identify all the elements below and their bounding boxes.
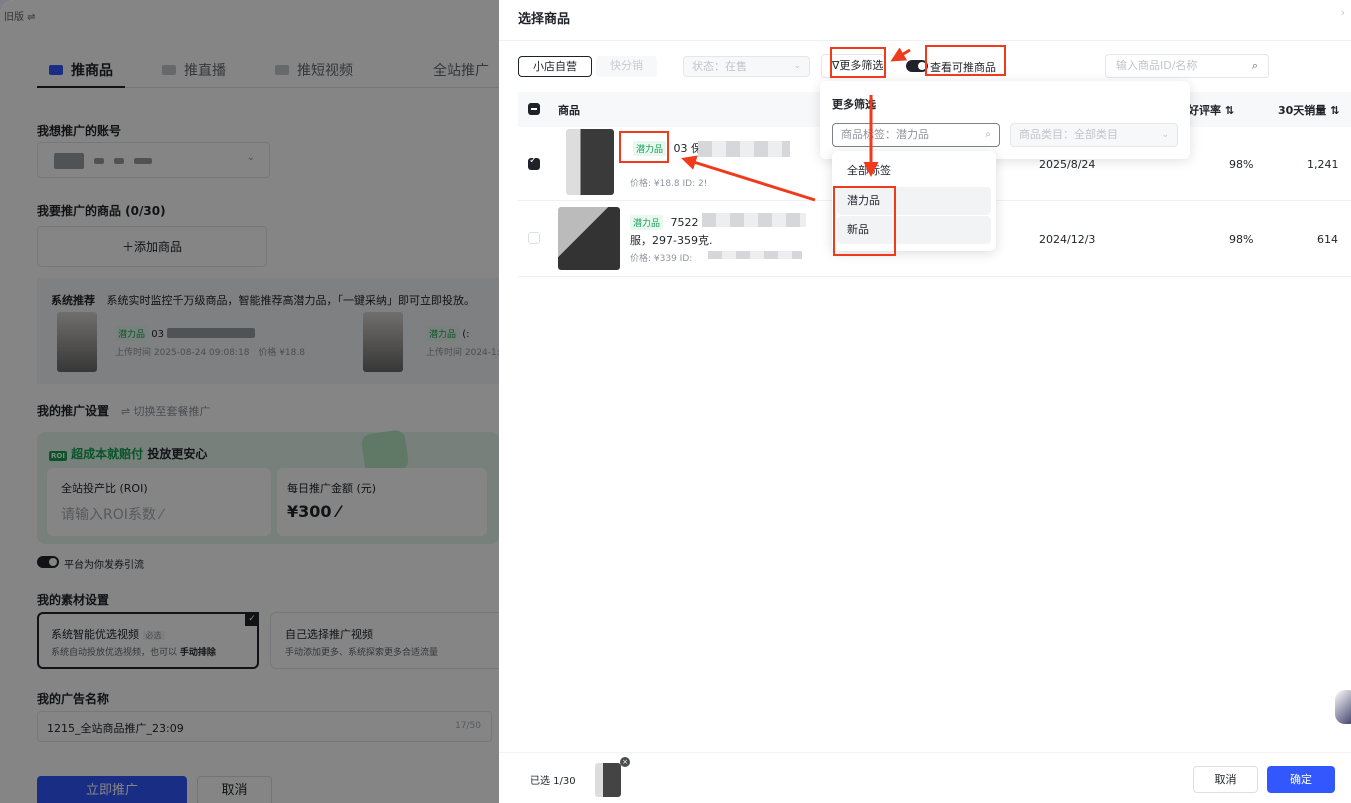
budget-input[interactable]: ¥300 ⁄ bbox=[287, 502, 340, 521]
ad-setup-panel: 旧版 ⇌ 推商品 推直播 推短视频 全站推广 我想推广的账号 ⌄ 我要推广的商品… bbox=[0, 0, 499, 803]
popover-title: 更多筛选 bbox=[832, 98, 876, 111]
material-option-auto[interactable]: ✓ 系统智能优选视频 必选 系统自动投放优选视频，也可以 手动排除 bbox=[37, 612, 259, 669]
dropdown-option-new[interactable]: 新品 bbox=[837, 216, 991, 244]
drawer-confirm-button[interactable]: 确定 bbox=[1267, 766, 1335, 793]
tag-dropdown: 全部标签 潜力品 新品 bbox=[832, 151, 996, 251]
manual-exclude-link[interactable]: 手动排除 bbox=[180, 648, 216, 658]
sales-sort-header[interactable]: 30天销量 ⇅ bbox=[1278, 102, 1339, 118]
rec-item-1[interactable]: 潜力品 03 上传时间 2025-08-24 09:08:18 价格 ¥18.8 bbox=[115, 326, 305, 358]
drawer-cancel-button[interactable]: 取消 bbox=[1193, 766, 1258, 793]
budget-input-card[interactable]: 每日推广金额 (元) ¥300 ⁄ bbox=[277, 468, 487, 536]
account-section-title: 我想推广的账号 bbox=[37, 124, 122, 138]
drawer-title: 选择商品 bbox=[518, 12, 571, 27]
search-icon: ⌕ bbox=[985, 129, 991, 140]
rec-item-2[interactable]: 潜力品 (: 上传时间 2024-1: bbox=[426, 326, 499, 358]
add-product-button[interactable]: ＋添加商品 bbox=[37, 226, 267, 267]
account-avatar bbox=[54, 153, 84, 169]
video-icon bbox=[275, 65, 289, 75]
material-option-manual[interactable]: 自己选择推广视频 手动添加更多、系统探索更多合适流量 bbox=[270, 612, 499, 669]
tab-products[interactable]: 推商品 bbox=[49, 60, 113, 80]
row-checkbox[interactable] bbox=[528, 155, 540, 170]
ad-name-title: 我的广告名称 bbox=[37, 692, 110, 706]
roi-input-card[interactable]: 全站投产比 (ROI) 请输入ROI系数 ⁄ bbox=[47, 468, 271, 536]
product-image[interactable] bbox=[566, 129, 614, 195]
assistant-float-icon[interactable] bbox=[1335, 690, 1351, 724]
seg-distribution[interactable]: 快分销 bbox=[596, 56, 657, 77]
ad-name-input[interactable]: 1215_全站商品推广_23:09 17/50 bbox=[37, 711, 492, 742]
pushable-toggle[interactable] bbox=[906, 60, 928, 72]
dropdown-option-potential[interactable]: 潜力品 bbox=[837, 187, 991, 215]
tab-site-wide[interactable]: 全站推广 bbox=[433, 60, 489, 80]
status-select[interactable]: 状态：在售 ⌄ bbox=[683, 56, 810, 77]
cart-icon bbox=[49, 65, 63, 75]
more-filter-button[interactable]: ∇更多筛选 bbox=[821, 54, 885, 78]
account-select[interactable]: ⌄ bbox=[37, 142, 270, 178]
selected-product-thumb[interactable] bbox=[595, 763, 621, 797]
coupon-toggle[interactable] bbox=[37, 556, 59, 568]
old-version-link[interactable]: 旧版 ⇌ bbox=[4, 8, 36, 23]
switch-package-link[interactable]: ⇌ 切换至套餐推广 bbox=[121, 405, 211, 418]
chevron-down-icon: ⌄ bbox=[793, 61, 801, 71]
roi-badge-icon: ROI bbox=[49, 451, 67, 461]
char-counter: 17/50 bbox=[455, 721, 481, 731]
more-filter-popover: 更多筛选 商品标签：潜力品 ⌕ 商品类目：全部类目 ⌄ bbox=[820, 81, 1190, 159]
product-search-input[interactable]: 输入商品ID/名称 ⌕ bbox=[1105, 54, 1269, 78]
rec-desc: 系统实时监控千万级商品，智能推荐高潜力品，「一键采纳」即可立即投放。 bbox=[106, 294, 476, 307]
category-select[interactable]: 商品类目：全部类目 ⌄ bbox=[1010, 123, 1178, 147]
active-tab-indicator bbox=[37, 86, 125, 88]
rec-label: 系统推荐 bbox=[51, 294, 95, 307]
dropdown-option-all[interactable]: 全部标签 bbox=[837, 157, 991, 185]
products-section-title: 我要推广的商品 (0/30) bbox=[37, 204, 166, 218]
row-checkbox[interactable] bbox=[528, 232, 540, 244]
product-image[interactable] bbox=[558, 207, 620, 270]
check-icon: ✓ bbox=[245, 612, 259, 626]
remove-icon[interactable]: × bbox=[620, 757, 630, 767]
selected-count: 已选 1/30 bbox=[530, 776, 576, 787]
material-section-title: 我的素材设置 bbox=[37, 593, 110, 607]
live-icon bbox=[162, 65, 176, 75]
pushable-toggle-label: 查看可推商品 bbox=[930, 61, 996, 74]
select-all-checkbox[interactable] bbox=[528, 103, 540, 115]
chevron-down-icon: ⌄ bbox=[246, 152, 255, 163]
close-icon[interactable]: › bbox=[1341, 6, 1345, 19]
roi-input[interactable]: 请输入ROI系数 ⁄ bbox=[61, 504, 163, 524]
source-segment: 小店自营 快分销 bbox=[518, 56, 657, 77]
system-recommend-box: 系统推荐 系统实时监控千万级商品，智能推荐高潜力品，「一键采纳」即可立即投放。 … bbox=[37, 278, 499, 384]
promo-type-tabs: 推商品 推直播 推短视频 全站推广 bbox=[37, 52, 499, 88]
coupon-toggle-label: 平台为你发券引流 bbox=[64, 560, 144, 571]
select-product-drawer: 选择商品 › 小店自营 快分销 状态：在售 ⌄ ∇更多筛选 查看可推商品 输入商… bbox=[499, 0, 1351, 803]
roi-compensation-card: ROI 超成本就赔付 投放更安心 全站投产比 (ROI) 请输入ROI系数 ⁄ … bbox=[37, 429, 499, 544]
left-cancel-button[interactable]: 取消 bbox=[197, 776, 272, 803]
product-tag-select[interactable]: 商品标签：潜力品 ⌕ bbox=[832, 123, 1000, 147]
chevron-down-icon: ⌄ bbox=[1161, 130, 1169, 140]
rec-product-image[interactable] bbox=[363, 312, 403, 372]
launch-button[interactable]: 立即推广 bbox=[37, 776, 187, 803]
seg-own-store[interactable]: 小店自营 bbox=[518, 56, 592, 77]
rec-product-image[interactable] bbox=[57, 312, 97, 372]
tab-live[interactable]: 推直播 bbox=[162, 60, 226, 80]
settings-section-title: 我的推广设置 bbox=[37, 404, 110, 418]
tab-short-video[interactable]: 推短视频 bbox=[275, 60, 353, 80]
rating-sort-header[interactable]: 好评率 ⇅ bbox=[1188, 102, 1234, 118]
search-icon[interactable]: ⌕ bbox=[1252, 55, 1258, 77]
